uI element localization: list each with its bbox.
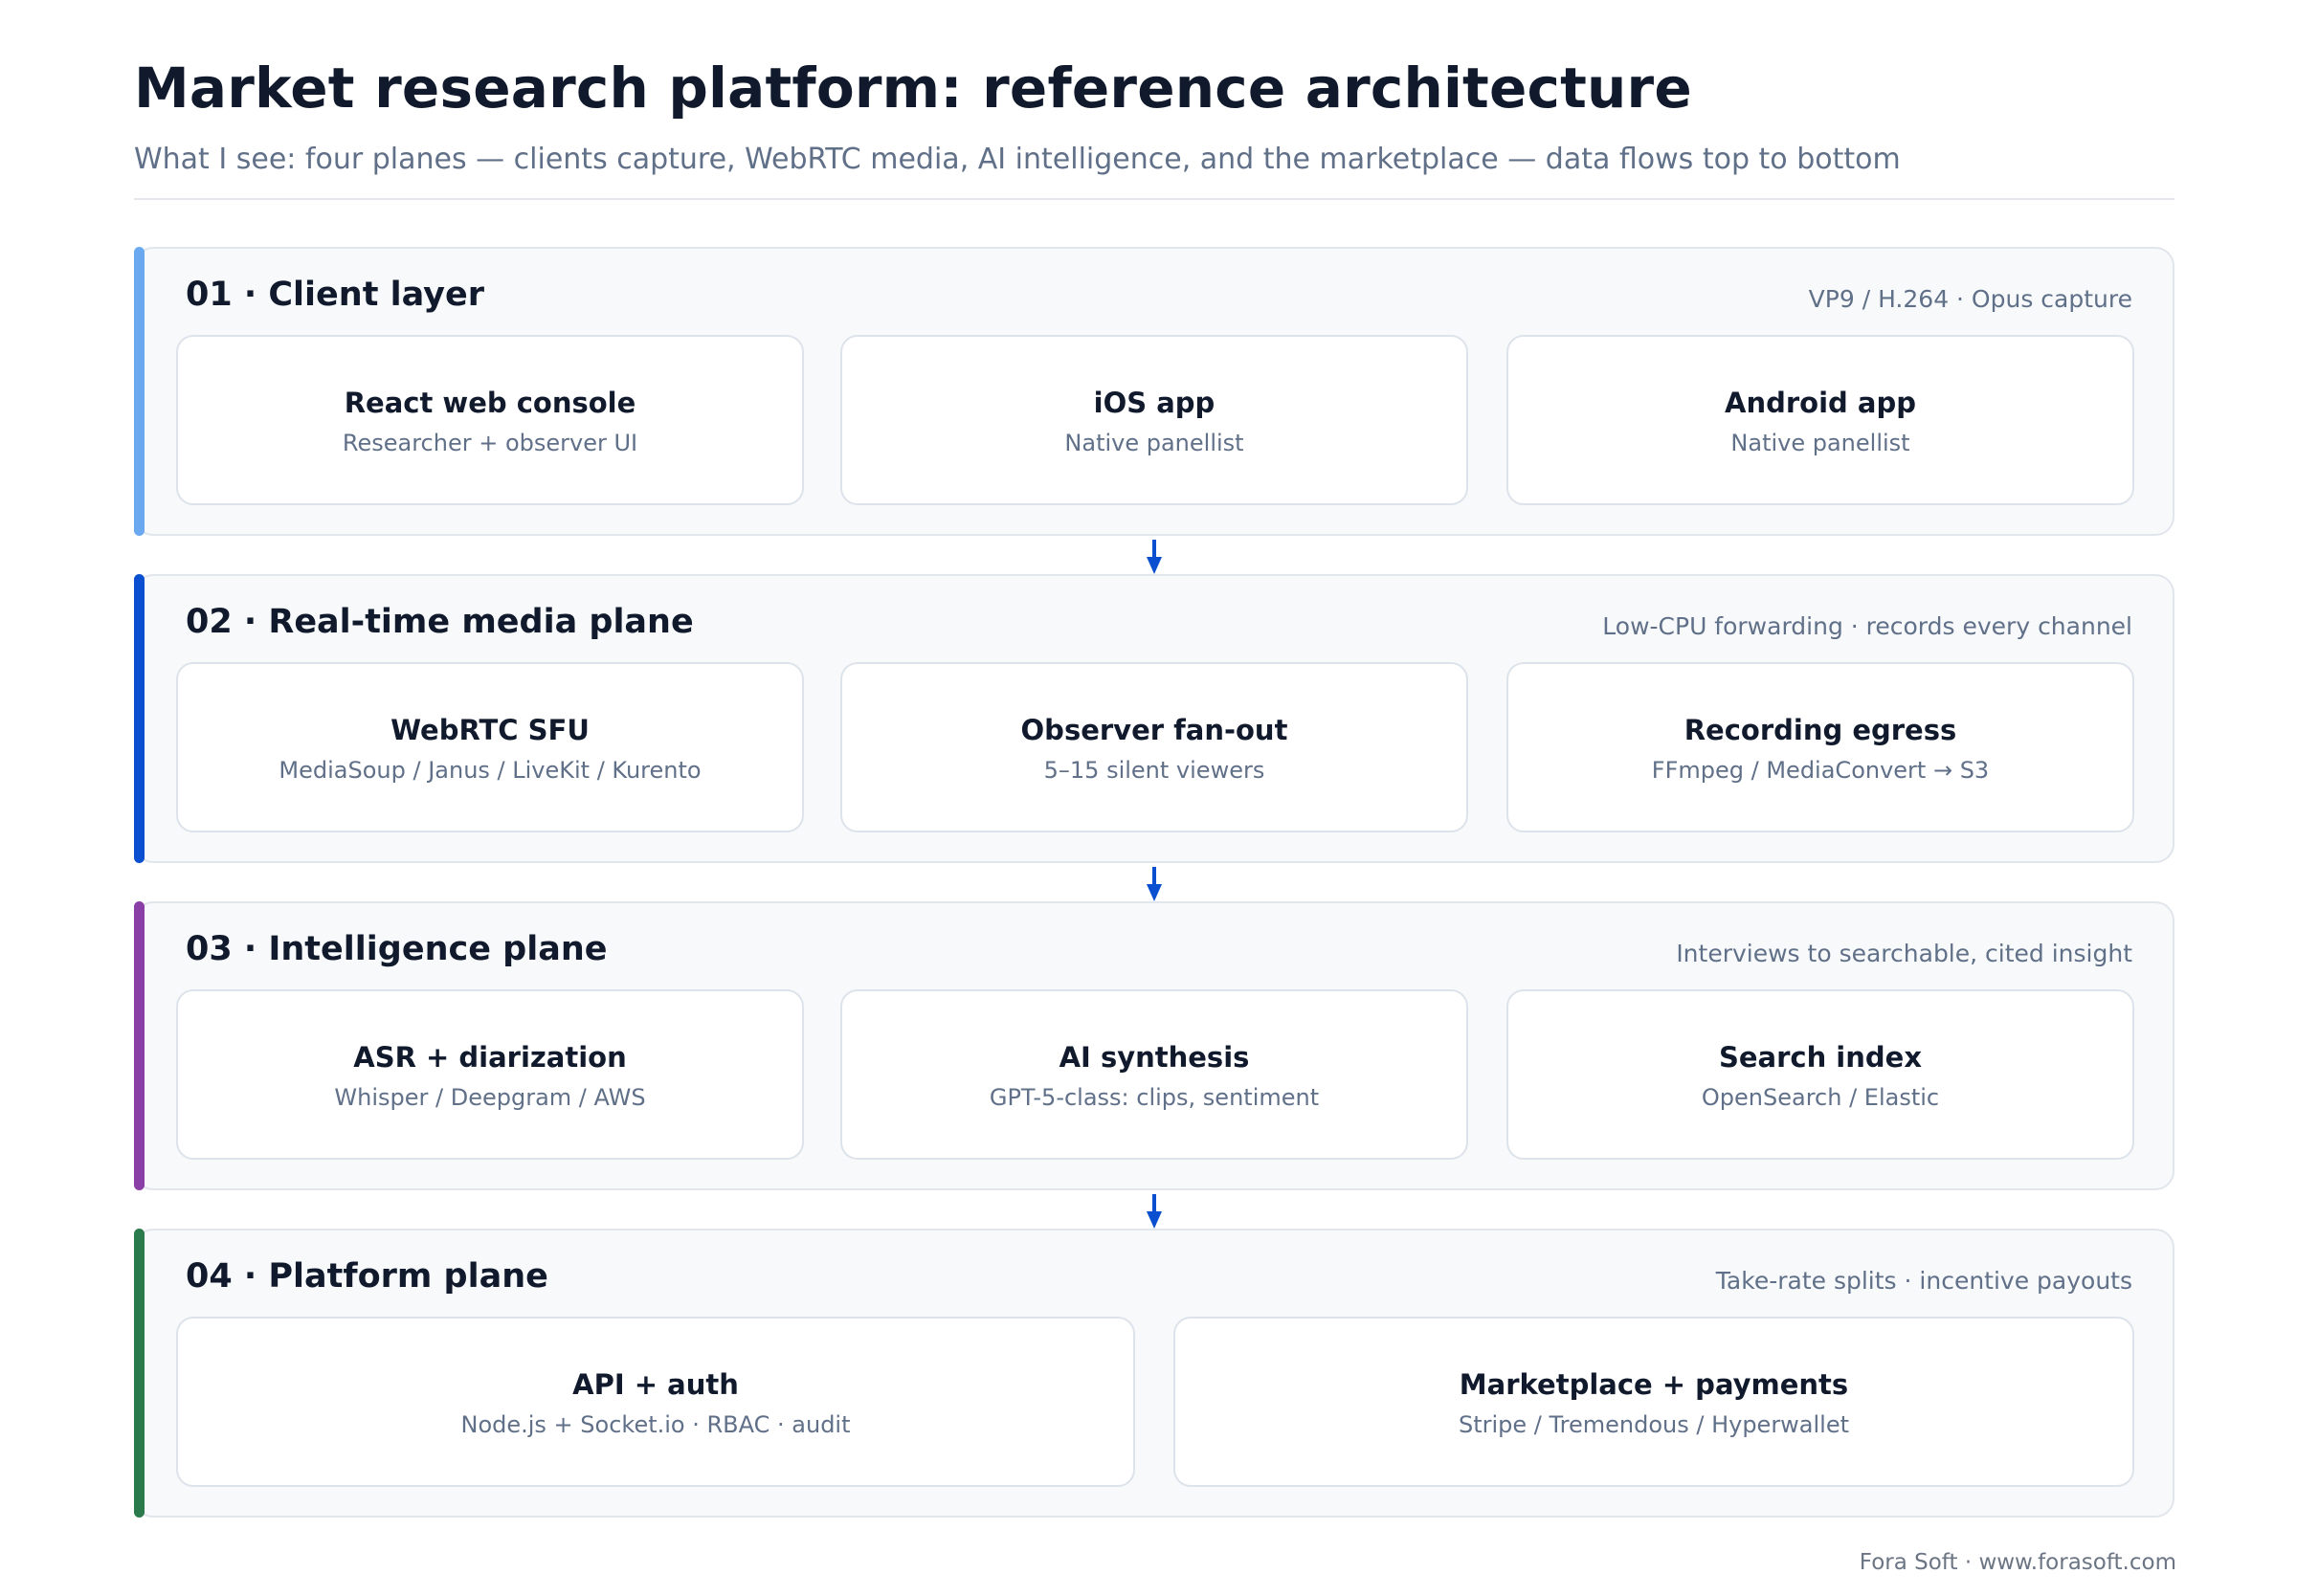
card-subtitle: FFmpeg / MediaConvert → S3 [1651,757,1990,784]
card-subtitle: MediaSoup / Janus / LiveKit / Kurento [279,757,702,784]
plane-title: 01 · Client layer [186,276,484,314]
card-title: Recording egress [1684,714,1957,746]
header-divider [134,198,2174,200]
arrow-head [1147,1211,1162,1229]
arrow-head [1147,884,1162,901]
card-title: Observer fan-out [1020,714,1288,746]
page-title: Market research platform: reference arch… [134,55,1692,121]
card-asr-diarization: ASR + diarization Whisper / Deepgram / A… [176,989,804,1160]
card-android-app: Android app Native panellist [1506,335,2134,505]
card-observer-fan-out: Observer fan-out 5–15 silent viewers [840,662,1468,832]
card-marketplace-payments: Marketplace + payments Stripe / Tremendo… [1173,1317,2134,1487]
card-title: WebRTC SFU [390,714,590,746]
card-react-web-console: React web console Researcher + observer … [176,335,804,505]
card-ios-app: iOS app Native panellist [840,335,1468,505]
plane-real-time-media: 02 · Real-time media plane Low-CPU forwa… [134,574,2174,863]
plane-intelligence: 03 · Intelligence plane Interviews to se… [134,901,2174,1190]
plane-note: VP9 / H.264 · Opus capture [1808,285,2132,313]
plane-note: Interviews to searchable, cited insight [1676,940,2132,967]
card-title: ASR + diarization [353,1041,627,1074]
card-title: React web console [344,387,636,419]
card-title: iOS app [1093,387,1215,419]
card-recording-egress: Recording egress FFmpeg / MediaConvert →… [1506,662,2134,832]
media-accent-bar [134,574,145,863]
flow-arrow-down-icon [1147,867,1162,901]
intelligence-accent-bar [134,901,145,1190]
card-title: API + auth [572,1368,739,1401]
footer-credit: Fora Soft · www.forasoft.com [1859,1550,2176,1575]
plane-title: 02 · Real-time media plane [186,603,694,641]
card-subtitle: OpenSearch / Elastic [1701,1084,1940,1111]
plane-note: Take-rate splits · incentive payouts [1715,1267,2132,1295]
card-subtitle: Native panellist [1730,430,1910,456]
card-search-index: Search index OpenSearch / Elastic [1506,989,2134,1160]
plane-platform: 04 · Platform plane Take-rate splits · i… [134,1229,2174,1518]
card-title: Search index [1718,1041,1923,1074]
flow-arrow-down-icon [1147,540,1162,574]
card-title: Marketplace + payments [1459,1368,1849,1401]
card-subtitle: Researcher + observer UI [342,430,638,456]
card-api-auth: API + auth Node.js + Socket.io · RBAC · … [176,1317,1135,1487]
card-webrtc-sfu: WebRTC SFU MediaSoup / Janus / LiveKit /… [176,662,804,832]
plane-client-layer: 01 · Client layer VP9 / H.264 · Opus cap… [134,247,2174,536]
card-subtitle: Native panellist [1064,430,1244,456]
arrow-head [1147,557,1162,574]
card-title: Android app [1725,387,1916,419]
card-ai-synthesis: AI synthesis GPT-5-class: clips, sentime… [840,989,1468,1160]
flow-arrow-down-icon [1147,1194,1162,1229]
page-subtitle: What I see: four planes — clients captur… [134,143,1901,176]
card-subtitle: Whisper / Deepgram / AWS [334,1084,646,1111]
card-subtitle: GPT-5-class: clips, sentiment [989,1084,1320,1111]
card-subtitle: 5–15 silent viewers [1043,757,1265,784]
platform-accent-bar [134,1229,145,1518]
card-title: AI synthesis [1059,1041,1250,1074]
card-subtitle: Stripe / Tremendous / Hyperwallet [1458,1411,1850,1438]
card-subtitle: Node.js + Socket.io · RBAC · audit [460,1411,851,1438]
plane-title: 03 · Intelligence plane [186,930,608,968]
plane-title: 04 · Platform plane [186,1257,548,1296]
architecture-diagram: Market research platform: reference arch… [0,0,2297,1596]
plane-note: Low-CPU forwarding · records every chann… [1602,612,2132,640]
client-accent-bar [134,247,145,536]
